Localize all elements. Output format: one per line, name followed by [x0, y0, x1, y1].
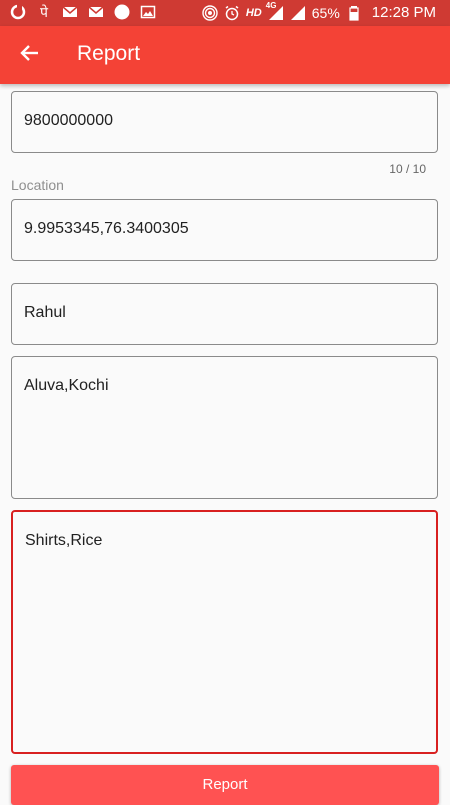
- status-right-icons: HD 4G 65% 12:28 PM: [202, 1, 436, 21]
- hd-label: HD: [245, 6, 262, 19]
- page-title: Report: [77, 42, 141, 65]
- battery-percent: 65%: [311, 4, 340, 21]
- clock: 12:28 PM: [371, 4, 436, 21]
- signal-icon: 4G: [266, 1, 284, 21]
- items-field[interactable]: Shirts,Rice: [11, 510, 438, 754]
- arrow-left-icon: [19, 42, 41, 69]
- alarm-icon: [224, 5, 240, 21]
- status-left-icons: पे: [10, 4, 156, 20]
- report-button[interactable]: Report: [11, 765, 439, 805]
- address-value: Aluva,Kochi: [24, 377, 109, 394]
- sync-icon: [10, 4, 26, 20]
- status-bar: पे HD 4G 65% 12:28 PM: [0, 0, 450, 26]
- back-button[interactable]: [16, 41, 44, 69]
- app-bar: Report: [0, 26, 450, 84]
- location-field[interactable]: 9.9953345,76.3400305: [11, 199, 438, 261]
- battery-icon: [346, 5, 362, 21]
- name-value: Rahul: [24, 304, 66, 321]
- network-type-label: 4G: [265, 0, 277, 10]
- hindi-letter-icon: पे: [40, 3, 48, 20]
- items-value: Shirts,Rice: [25, 532, 103, 549]
- gmail-icon: [62, 4, 78, 20]
- location-label: Location: [11, 177, 64, 193]
- circle-icon: [114, 4, 130, 20]
- image-icon: [140, 4, 156, 20]
- phone-field[interactable]: 9800000000: [11, 91, 438, 153]
- gmail-icon: [88, 4, 104, 20]
- address-field[interactable]: Aluva,Kochi: [11, 356, 438, 499]
- phone-char-counter: 10 / 10: [389, 162, 426, 176]
- signal-icon: [290, 5, 306, 21]
- location-value: 9.9953345,76.3400305: [24, 220, 189, 237]
- hotspot-icon: [202, 4, 218, 21]
- phone-value: 9800000000: [24, 112, 113, 129]
- name-field[interactable]: Rahul: [11, 283, 438, 345]
